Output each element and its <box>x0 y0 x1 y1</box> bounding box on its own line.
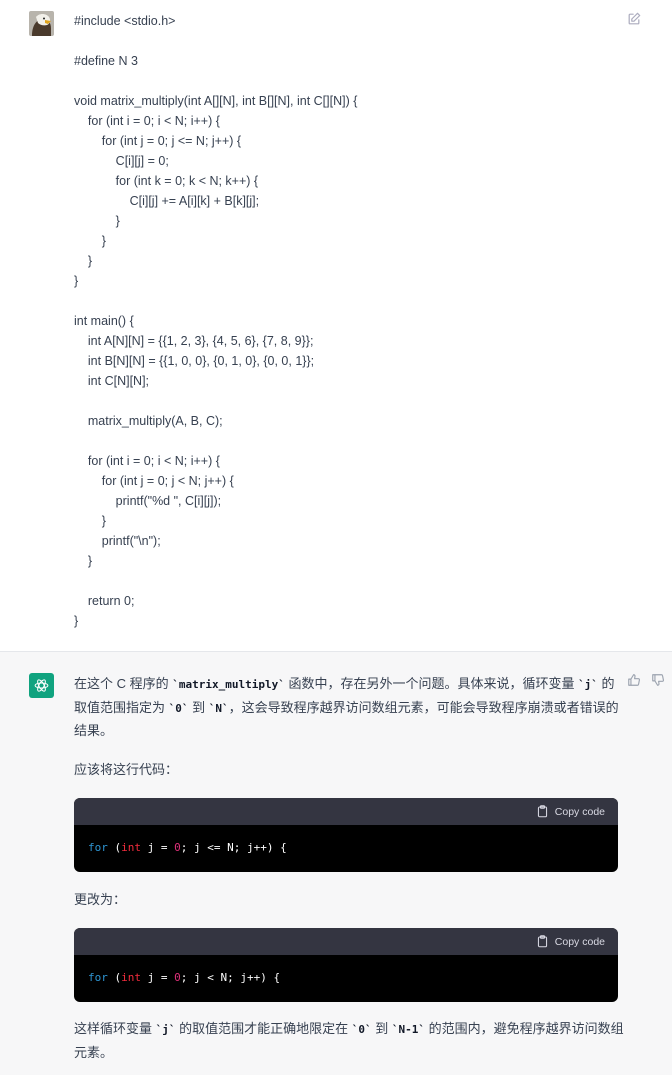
code-line: printf("%d ", C[i][j]); <box>74 494 222 508</box>
inline-code: `j` <box>155 1023 176 1036</box>
code-keyword: for <box>88 841 108 854</box>
openai-logo-icon <box>29 673 54 698</box>
thumbs-down-icon[interactable] <box>651 673 667 689</box>
code-line: } <box>74 254 93 268</box>
code-line: C[i][j] += A[i][k] + B[k][j]; <box>74 194 260 208</box>
code-line: for (int i = 0; i < N; i++) { <box>74 114 220 128</box>
inline-code: `N-1` <box>391 1023 425 1036</box>
code-keyword: for <box>88 971 108 984</box>
code-text: ( <box>107 841 122 854</box>
code-line: int A[N][N] = {{1, 2, 3}, {4, 5, 6}, {7,… <box>74 334 314 348</box>
inline-code: `j` <box>578 678 598 691</box>
code-line: return 0; <box>74 594 135 608</box>
code-line: } <box>74 614 79 628</box>
code-line: } <box>74 554 93 568</box>
clipboard-icon <box>537 805 547 818</box>
copy-code-label: Copy code <box>554 935 605 948</box>
code-block-original: Copy code for (int j = 0; j <= N; j++) { <box>74 798 618 872</box>
answer-paragraph-1: 在这个 C 程序的 `matrix_multiply` 函数中，存在另外一个问题… <box>74 673 624 743</box>
code-line: } <box>74 274 79 288</box>
text: 函数中，存在另外一个问题。具体来说，循环变量 <box>284 676 579 691</box>
code-line: for (int j = 0; j < N; j++) { <box>74 474 234 488</box>
user-message: #include <stdio.h> #define N 3 void matr… <box>0 0 672 652</box>
code-line: C[i][j] = 0; <box>74 154 169 168</box>
clipboard-icon <box>537 935 547 948</box>
user-code-text: #include <stdio.h> #define N 3 void matr… <box>74 11 614 631</box>
code-line: int B[N][N] = {{1, 0, 0}, {0, 1, 0}, {0,… <box>74 354 315 368</box>
code-type: int <box>121 841 141 854</box>
edit-icon[interactable] <box>627 12 643 28</box>
code-block-body: for (int j = 0; j <= N; j++) { <box>74 825 618 872</box>
code-number: 0 <box>174 841 181 854</box>
inline-code: `0` <box>351 1023 372 1036</box>
text: 这样循环变量 <box>74 1021 156 1036</box>
eagle-avatar-icon <box>29 11 54 36</box>
copy-code-button[interactable]: Copy code <box>536 935 605 948</box>
code-line: void matrix_multiply(int A[][N], int B[]… <box>74 94 358 108</box>
code-line: matrix_multiply(A, B, C); <box>74 414 223 428</box>
code-block-header: Copy code <box>74 798 618 825</box>
code-text: j = <box>141 841 175 854</box>
code-line: } <box>74 234 106 248</box>
code-line: int C[N][N]; <box>74 374 150 388</box>
code-line: int main() { <box>74 314 134 328</box>
text: 在这个 C 程序的 <box>74 676 173 691</box>
code-line: for (int k = 0; k < N; k++) { <box>74 174 259 188</box>
text: 到 <box>188 699 209 715</box>
inline-code: `N` <box>208 701 229 715</box>
answer-paragraph-2: 应该将这行代码： <box>74 762 179 777</box>
text: 到 <box>371 1021 392 1036</box>
code-text: ; j < N; j++) { <box>180 971 281 984</box>
code-line: #include <stdio.h> <box>74 14 176 28</box>
code-text: ( <box>107 971 122 984</box>
code-line: for (int j = 0; j <= N; j++) { <box>74 134 242 148</box>
text: 的取值范围才能正确地限定在 <box>175 1021 352 1036</box>
inline-code: `matrix_multiply` <box>172 678 285 691</box>
answer-paragraph-4: 这样循环变量 `j` 的取值范围才能正确地限定在 `0` 到 `N-1` 的范围… <box>74 1018 624 1064</box>
thumbs-up-icon[interactable] <box>627 673 643 689</box>
assistant-message: 在这个 C 程序的 `matrix_multiply` 函数中，存在另外一个问题… <box>0 652 672 1075</box>
code-line: #define N 3 <box>74 54 138 68</box>
copy-code-button[interactable]: Copy code <box>536 805 605 818</box>
answer-paragraph-3: 更改为： <box>74 892 127 907</box>
code-line: for (int i = 0; i < N; i++) { <box>74 454 220 468</box>
code-block-header: Copy code <box>74 928 618 955</box>
code-number: 0 <box>174 971 181 984</box>
code-line: } <box>74 214 120 228</box>
code-text: j = <box>141 971 175 984</box>
code-line: printf("\n"); <box>74 534 161 548</box>
code-line: } <box>74 514 106 528</box>
inline-code: `0` <box>168 701 189 715</box>
code-text: ; j <= N; j++) { <box>180 841 287 854</box>
user-avatar <box>29 11 54 36</box>
code-block-fixed: Copy code for (int j = 0; j < N; j++) { <box>74 928 618 1002</box>
code-block-body: for (int j = 0; j < N; j++) { <box>74 955 618 1002</box>
copy-code-label: Copy code <box>554 805 605 818</box>
code-type: int <box>121 971 141 984</box>
